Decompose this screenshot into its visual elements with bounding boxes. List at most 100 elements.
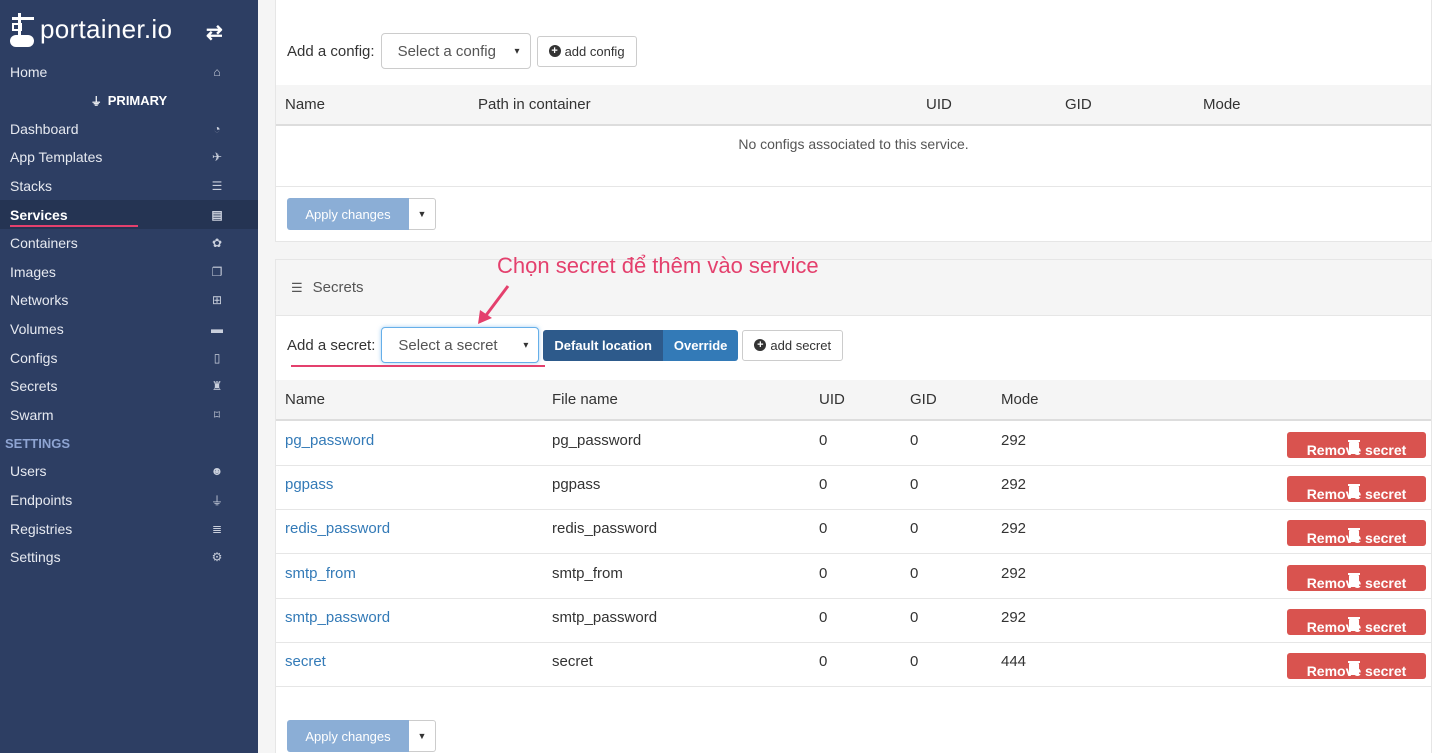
configs-empty-message: No configs associated to this service. [276,126,1431,187]
add-secret-label-text: add secret [770,337,832,353]
secret-gid: 0 [910,432,919,449]
sidebar-item-endpoints[interactable]: Endpoints ⏚ [0,486,258,515]
sidebar-item-images[interactable]: Images ❐ [0,258,258,287]
portainer-logo-icon [10,11,38,47]
secret-gid: 0 [910,653,919,670]
sidebar-item-dashboard[interactable]: Dashboard ◔ [0,115,258,144]
sidebar-item-swarm[interactable]: Swarm ⌑ [0,401,258,430]
remove-secret-button[interactable]: Remove secret [1287,608,1426,635]
dashboard-icon: ◔ [213,121,221,136]
column-header[interactable]: UID [819,391,845,408]
caret-down-icon[interactable]: ▼ [409,720,436,752]
table-row: smtp_password smtp_password 0 0 292 Remove se… [276,599,1431,643]
panel-title-text: Secrets [312,279,364,296]
sidebar-item-label: Containers [10,235,78,252]
remove-secret-button[interactable]: Remove secret [1287,564,1426,591]
secret-name-link[interactable]: pg_password [285,432,374,449]
column-header[interactable]: GID [1065,96,1092,113]
sidebar-item-configs[interactable]: Configs ▯ [0,343,258,372]
column-header[interactable]: Path in container [478,96,591,113]
add-config-row: Add a config: Select a config ▾ + add co… [287,33,637,69]
secret-gid: 0 [910,608,919,626]
add-secret-row: Add a secret: Select a secret ▾ Default … [287,327,844,363]
apply-changes-button[interactable]: Apply changes [287,720,409,752]
remove-secret-label: Remove secret [1306,486,1407,503]
column-header[interactable]: Name [285,96,325,113]
remove-secret-button[interactable]: Remove secret [1287,653,1426,679]
plug-icon: ⏚ [90,95,102,108]
exchange-icon[interactable]: ⇄ [206,20,223,45]
sidebar-item-app-templates[interactable]: App Templates ✈ [0,143,258,172]
configs-panel: Add a config: Select a config ▾ + add co… [275,0,1432,242]
apply-changes-button[interactable]: Apply changes [287,198,409,230]
sidebar-item-registries[interactable]: Registries ≣ [0,514,258,543]
secret-file-name: redis_password [552,520,658,538]
sidebar-item-users[interactable]: Users ☻ [0,457,258,486]
remove-secret-button[interactable]: Remove secret [1287,432,1426,458]
secret-name-link[interactable]: redis_password [285,520,390,537]
column-header[interactable]: Mode [1203,96,1241,113]
secret-file-name: smtp_from [552,564,623,582]
remove-secret-button[interactable]: Remove secret [1287,476,1426,503]
column-header[interactable]: Name [285,391,325,408]
sidebar-item-home[interactable]: Home ⌂ [0,58,258,87]
logo[interactable]: portainer.io ⇄ [0,0,258,58]
remove-secret-label: Remove secret [1306,530,1407,547]
plug-icon: ⏚ [210,493,223,508]
column-header[interactable]: File name [552,391,618,408]
cogs-icon: ⚙ [211,550,223,565]
secret-name-link[interactable]: smtp_password [285,609,390,626]
sidebar-item-stacks[interactable]: Stacks ☰ [0,172,258,201]
hdd-icon: ▬ [211,322,223,337]
secret-uid: 0 [819,608,828,626]
config-select[interactable]: Select a config ▾ [380,33,531,69]
secret-name-link[interactable]: pgpass [285,476,333,493]
sidebar-item-containers[interactable]: Containers ✿ [0,229,258,258]
tasks-icon: ☰ [291,279,303,295]
column-header[interactable]: UID [926,96,952,113]
endpoint-name: PRIMARY [107,93,168,109]
add-secret-button[interactable]: + add secret [742,329,844,361]
sidebar: portainer.io ⇄ Home ⌂ ⏚ PRIMARY Dashboar… [0,0,258,753]
add-config-label-text: add config [564,43,625,59]
secret-file-name: pgpass [552,476,601,494]
sidebar-item-label: Volumes [10,321,64,338]
secret-uid: 0 [819,432,828,449]
remove-secret-button[interactable]: Remove secret [1287,520,1426,547]
sidebar-item-settings[interactable]: Settings ⚙ [0,543,258,572]
table-row: pg_password pg_password 0 0 292 Remove secret [276,422,1431,466]
sidebar-item-label: Endpoints [10,492,73,509]
clone-icon: ❐ [211,264,223,279]
add-secret-label: Add a secret: [287,336,376,354]
table-row: redis_password redis_password 0 0 292 Remove … [276,510,1431,555]
sidebar-item-label: Settings [10,549,61,566]
secret-name-link[interactable]: smtp_from [285,565,356,582]
sidebar-item-label: Stacks [10,178,53,195]
sidebar-item-volumes[interactable]: Volumes ▬ [0,315,258,344]
secrets-apply-group: Apply changes ▼ [287,720,436,752]
sidebar-item-services[interactable]: Services ▤ [0,200,258,229]
add-config-button[interactable]: + add config [536,35,637,67]
column-header[interactable]: Mode [1001,391,1039,408]
secret-uid: 0 [819,653,828,670]
secret-name-link[interactable]: secret [285,653,326,670]
secret-mode: 292 [1001,564,1027,582]
secret-gid: 0 [910,564,919,582]
secret-file-name: smtp_password [552,608,658,626]
secret-uid: 0 [819,520,828,538]
sidebar-item-secrets[interactable]: Secrets ♜ [0,372,258,401]
database-icon: ≣ [211,521,223,536]
column-header[interactable]: GID [910,391,937,408]
sidebar-item-label: Registries [10,520,73,537]
caret-down-icon[interactable]: ▼ [409,198,436,230]
sidebar-item-networks[interactable]: Networks ⊞ [0,286,258,315]
default-location-button[interactable]: Default location [543,329,663,361]
secret-select[interactable]: Select a secret ▾ [381,327,540,363]
config-select-value: Select a config [397,42,496,60]
table-row: secret secret 0 0 444 Remove secret [276,643,1431,687]
logo-text: portainer.io [40,13,173,44]
override-button[interactable]: Override [662,329,739,361]
endpoint-heading: ⏚ PRIMARY [0,87,258,115]
secret-mode: 292 [1001,432,1027,449]
table-row: pgpass pgpass 0 0 292 Remove secret [276,466,1431,511]
